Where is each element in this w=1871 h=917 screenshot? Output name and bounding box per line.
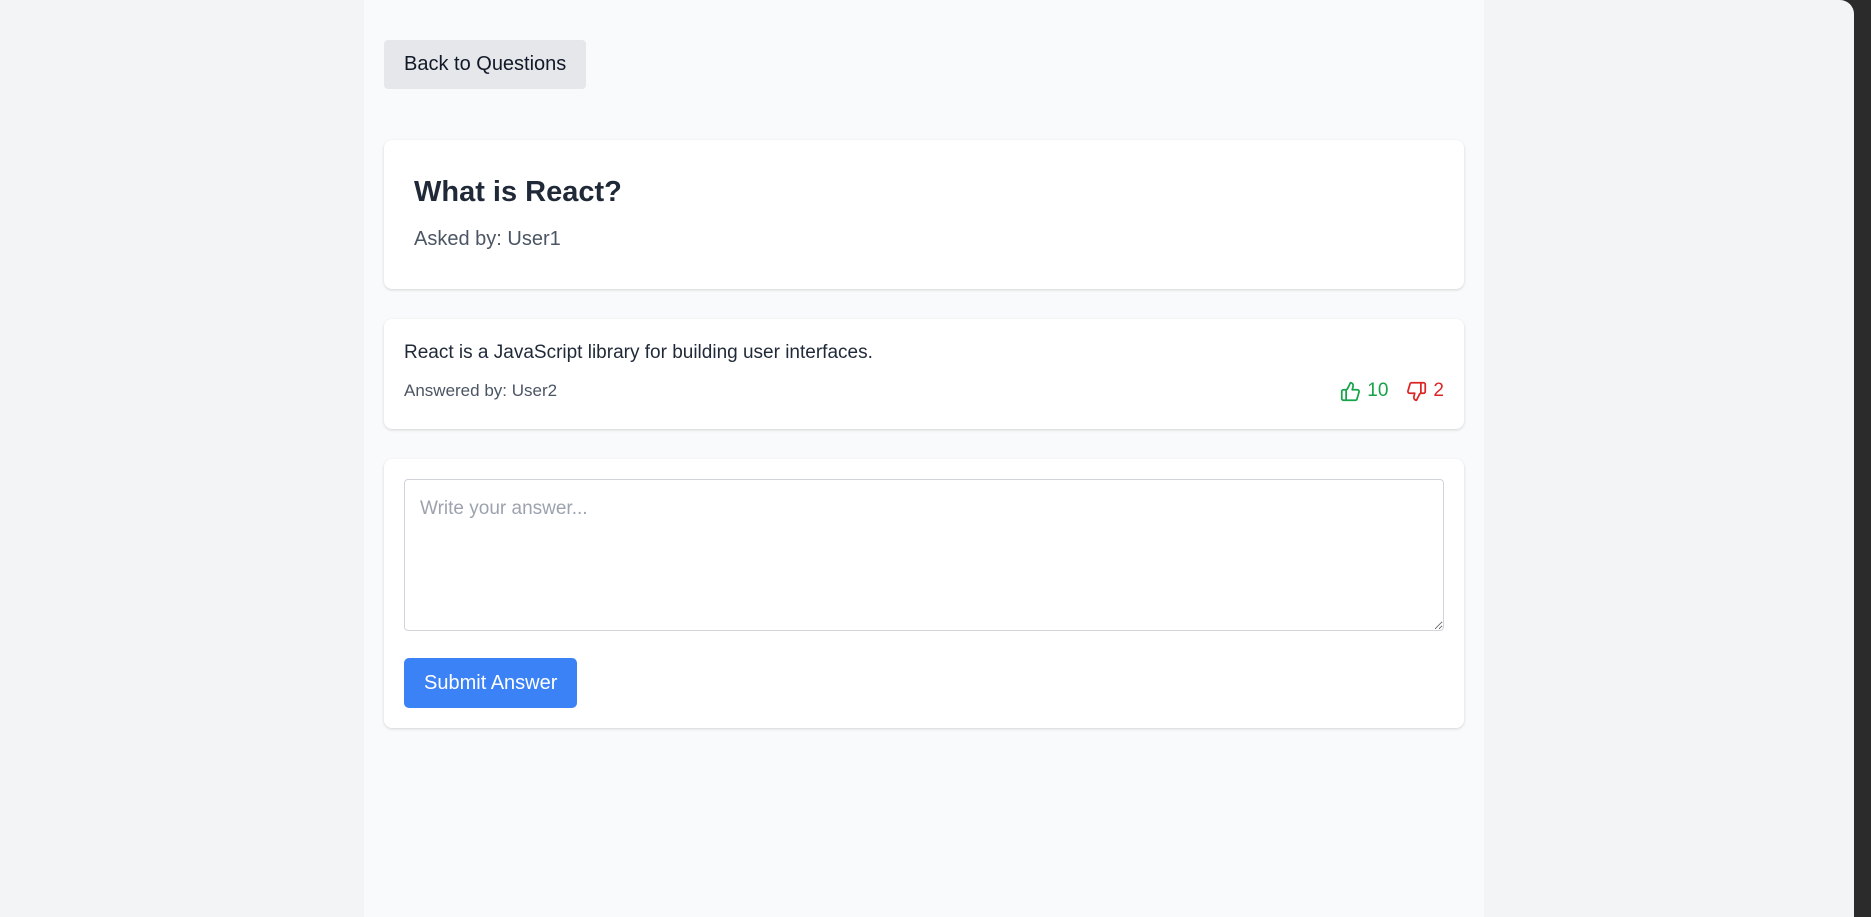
upvote-count: 10 [1367, 380, 1389, 401]
answer-author: Answered by: User2 [404, 381, 558, 400]
answer-footer: Answered by: User2 10 2 [404, 380, 1444, 402]
answer-text: React is a JavaScript library for buildi… [404, 342, 873, 363]
question-author: Asked by: User1 [414, 228, 561, 250]
answer-card: React is a JavaScript library for buildi… [384, 319, 1464, 429]
thumbs-up-icon [1341, 381, 1361, 401]
question-page: Back to Questions What is React? Asked b… [364, 0, 1484, 917]
downvote-count: 2 [1433, 380, 1444, 401]
question-card: What is React? Asked by: User1 [384, 140, 1464, 289]
upvote-button[interactable]: 10 [1340, 380, 1388, 402]
back-to-questions-button[interactable]: Back to Questions [384, 40, 587, 89]
answer-form: Submit Answer [384, 459, 1464, 728]
vote-controls: 10 2 [1340, 380, 1444, 402]
submit-answer-button[interactable]: Submit Answer [404, 658, 578, 708]
question-title: What is React? [414, 176, 622, 208]
thumbs-down-icon [1407, 381, 1427, 401]
downvote-button[interactable]: 2 [1406, 380, 1444, 402]
answer-input[interactable] [404, 479, 1444, 631]
window-edge [1854, 0, 1871, 917]
browser-viewport: Back to Questions What is React? Asked b… [0, 0, 1854, 917]
